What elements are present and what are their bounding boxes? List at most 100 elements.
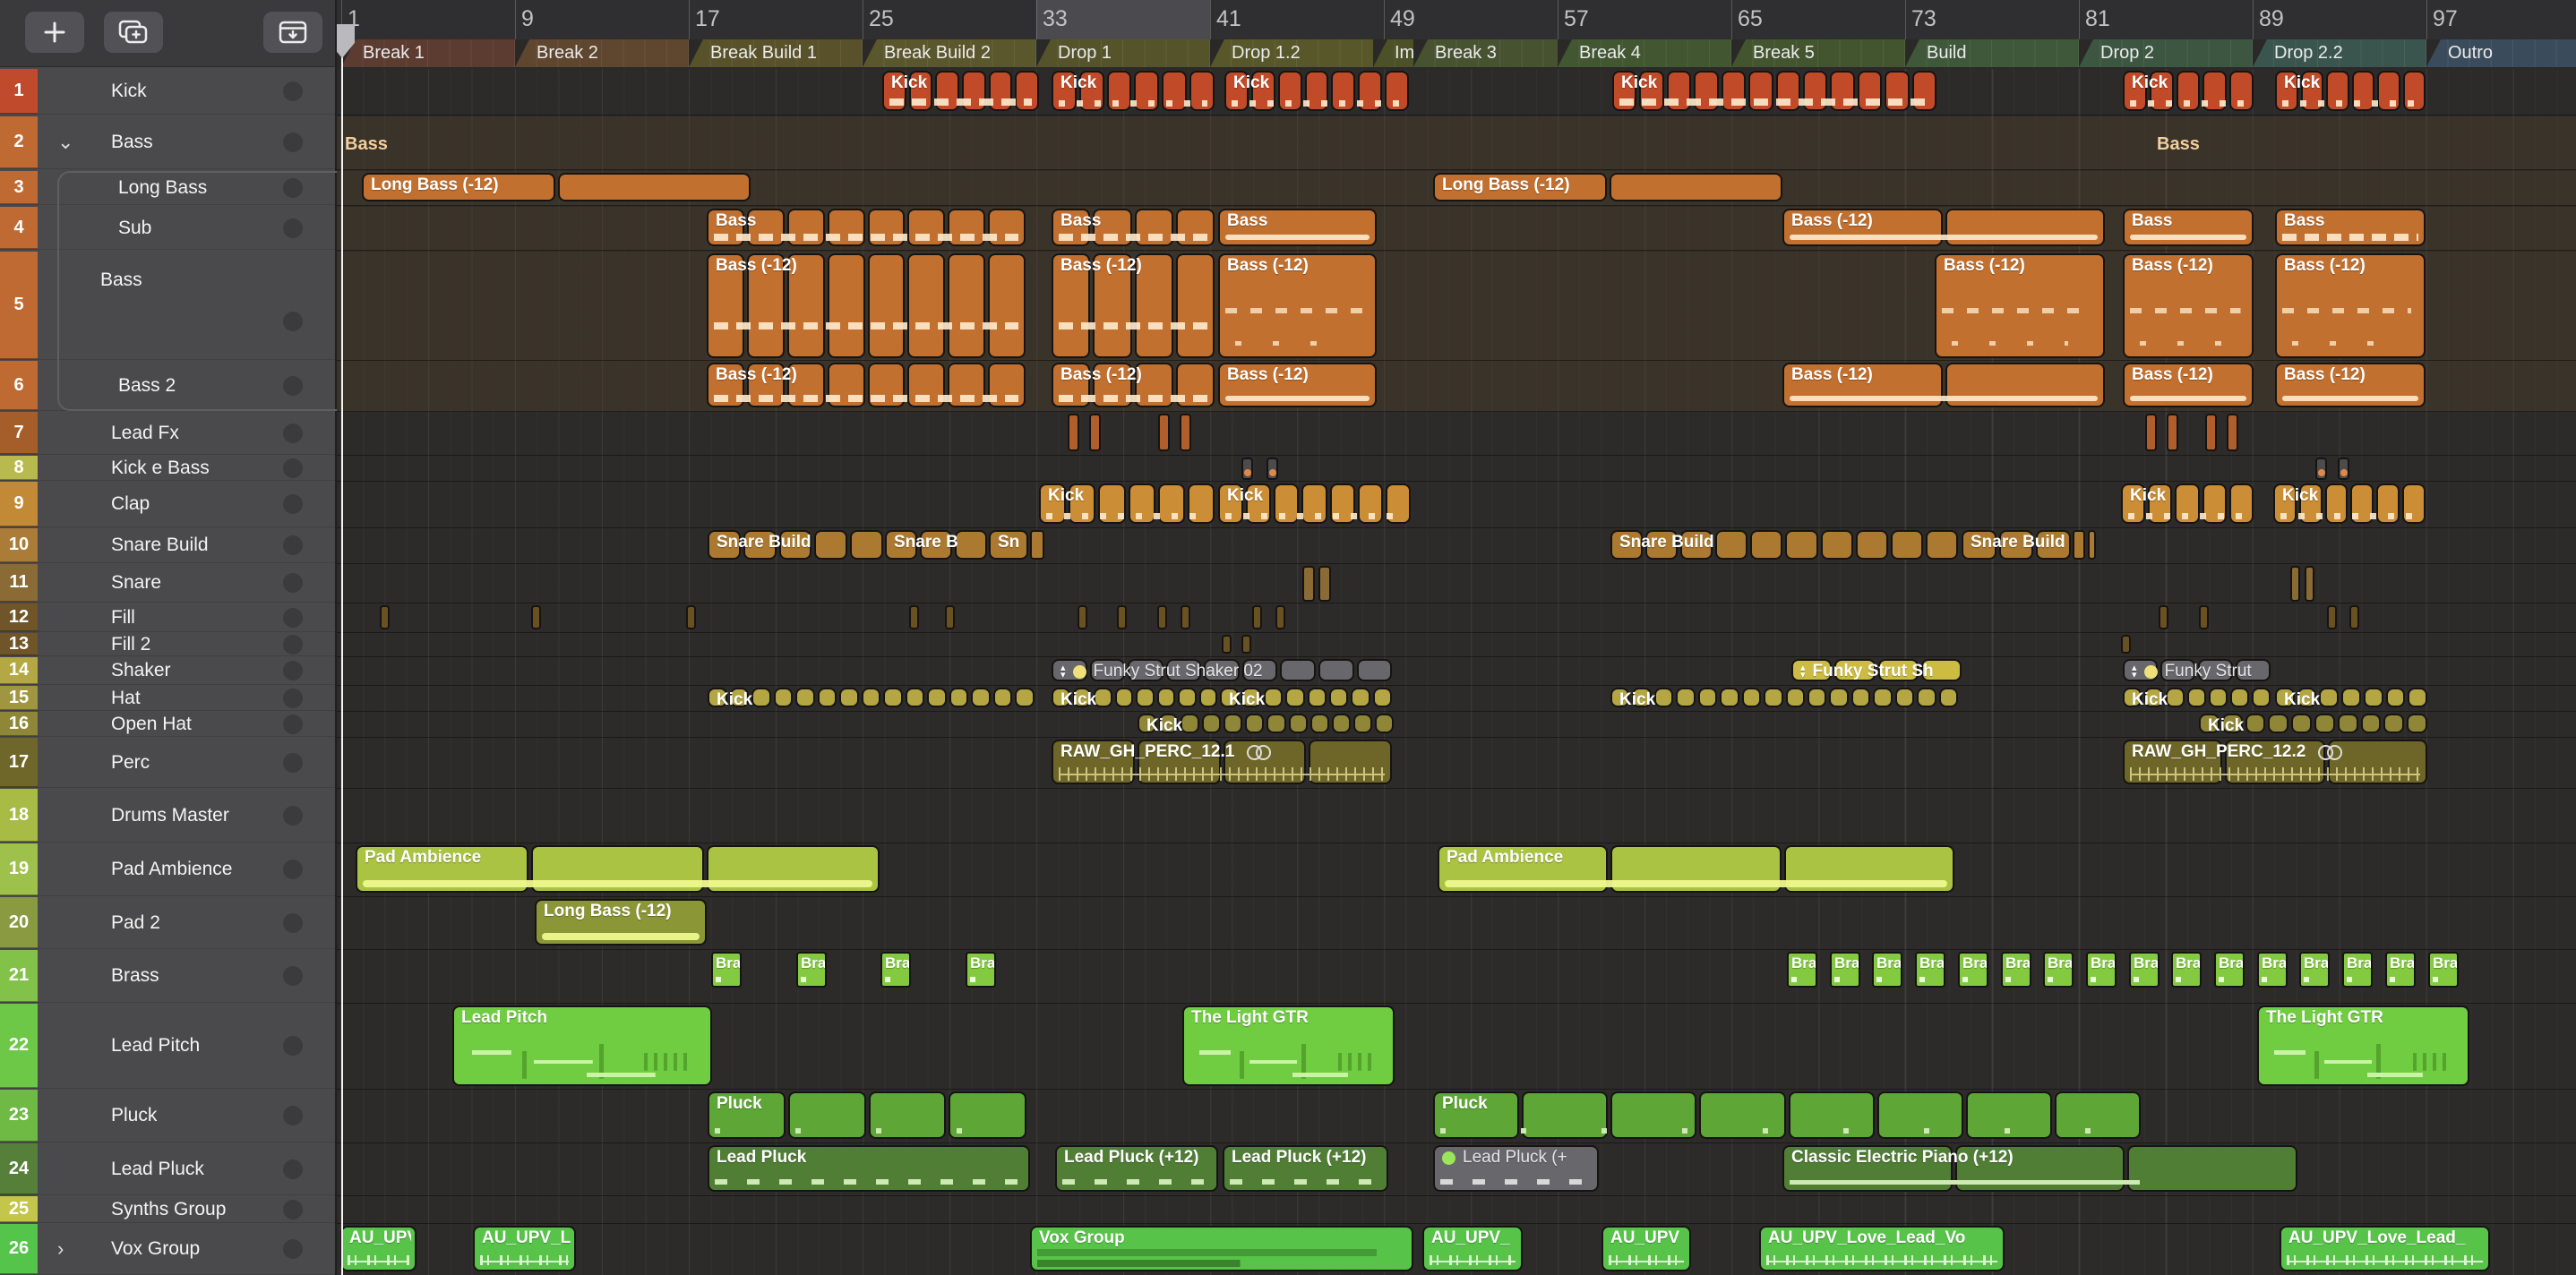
region-kick[interactable]: Kick: [2123, 688, 2271, 709]
region-funky-strut-shaker-02[interactable]: ▴ ▾ Funky Strut Shaker 02: [1052, 659, 1393, 681]
region-sn[interactable]: Sn: [989, 530, 1028, 560]
region-bra[interactable]: Bra: [711, 952, 742, 988]
region-lead-pluck-+12-[interactable]: Lead Pluck (+12): [1223, 1145, 1388, 1192]
region-bra[interactable]: Bra: [966, 952, 996, 988]
region-raw-gh-perc-12-2[interactable]: RAW_GH_PERC_12.2: [2123, 740, 2427, 784]
region-bass-12-[interactable]: Bass (-12): [1782, 209, 2105, 246]
region-snare-build[interactable]: Snare Build: [1962, 530, 2072, 560]
region-the-light-gtr[interactable]: The Light GTR: [2257, 1005, 2469, 1086]
region-bass-12-[interactable]: Bass (-12): [2275, 253, 2426, 358]
track-header-bass[interactable]: 5 Bass: [0, 252, 335, 360]
track-mute-dot[interactable]: [283, 458, 303, 478]
region-bass[interactable]: Bass: [1218, 209, 1377, 246]
region-bass[interactable]: Bass: [2123, 209, 2254, 246]
track-header-perc[interactable]: 17 Perc: [0, 738, 335, 788]
region-block[interactable]: [531, 605, 541, 629]
region-bass-12-[interactable]: Bass (-12): [2275, 363, 2426, 407]
region-block[interactable]: [1068, 414, 1079, 451]
region-au-upv-[interactable]: AU_UPV_: [1422, 1226, 1523, 1271]
region-block[interactable]: [1181, 605, 1190, 629]
track-header-lead-pitch[interactable]: 22 Lead Pitch: [0, 1004, 335, 1089]
region-block[interactable]: [1241, 458, 1253, 480]
region-kick[interactable]: Kick: [2273, 483, 2426, 524]
region-pluck[interactable]: Pluck: [1433, 1091, 2141, 1139]
region-bra[interactable]: Bra: [2086, 952, 2117, 988]
region-bass-12-[interactable]: Bass (-12): [1935, 253, 2105, 358]
region-snare-b[interactable]: Snare B: [885, 530, 987, 560]
marker-break-2[interactable]: Break 2: [515, 39, 689, 67]
region-bra[interactable]: Bra: [2299, 952, 2330, 988]
region-block[interactable]: [2349, 605, 2359, 629]
track-mute-dot[interactable]: [283, 688, 303, 708]
region-block[interactable]: [945, 605, 955, 629]
region-kick[interactable]: Kick: [2275, 688, 2428, 709]
library-button[interactable]: [263, 12, 322, 53]
track-header-snare[interactable]: 11 Snare: [0, 564, 335, 603]
region-pluck[interactable]: Pluck: [708, 1091, 1026, 1139]
track-header-sub[interactable]: 4 Sub: [0, 207, 335, 250]
marker-break-build-2[interactable]: Break Build 2: [863, 39, 1036, 67]
region-kick[interactable]: Kick: [1612, 71, 1937, 111]
track-header-synths-group[interactable]: 25 Synths Group: [0, 1196, 335, 1223]
marker-outro[interactable]: Outro: [2426, 39, 2576, 67]
region-block[interactable]: [2121, 635, 2131, 654]
region-block[interactable]: [1222, 635, 1232, 654]
track-mute-dot[interactable]: [283, 494, 303, 514]
region-au-upv[interactable]: AU_UPV: [1601, 1226, 1691, 1271]
track-header-brass[interactable]: 21 Brass: [0, 950, 335, 1003]
track-mute-dot[interactable]: [283, 133, 303, 152]
region-classic-electric-piano-+12-[interactable]: Classic Electric Piano (+12): [1782, 1145, 2298, 1192]
region-block[interactable]: [909, 605, 919, 629]
track-mute-dot[interactable]: [283, 535, 303, 555]
marker-imp[interactable]: Imp: [1373, 39, 1413, 67]
region-funky-strut[interactable]: ▴ ▾ Funky Strut: [2123, 659, 2271, 681]
region-pad-ambience[interactable]: Pad Ambience: [1438, 845, 1954, 893]
region-bass-12-[interactable]: Bass (-12): [707, 363, 1026, 407]
track-header-hat[interactable]: 15 Hat: [0, 686, 335, 711]
region-lead-pluck-+12-[interactable]: Lead Pluck (+12): [1055, 1145, 1218, 1192]
track-mute-dot[interactable]: [283, 1106, 303, 1125]
region-long-bass-12-[interactable]: Long Bass (-12): [1433, 173, 1782, 201]
region-kick[interactable]: Kick: [1052, 688, 1217, 709]
region-kick[interactable]: Kick: [2199, 714, 2427, 735]
track-mute-dot[interactable]: [283, 177, 303, 198]
region-kick[interactable]: Kick: [1039, 483, 1215, 524]
region-kick[interactable]: Kick: [1220, 688, 1392, 709]
region-block[interactable]: [1275, 605, 1285, 629]
track-mute-dot[interactable]: [283, 607, 303, 628]
track-mute-dot[interactable]: [283, 634, 303, 655]
region-block[interactable]: [1241, 635, 1251, 654]
region-kick[interactable]: Kick: [1224, 71, 1410, 111]
track-header-kick[interactable]: 1 Kick: [0, 69, 335, 115]
track-mute-dot[interactable]: [283, 752, 303, 773]
region-snare-build[interactable]: Snare Build: [1610, 530, 1958, 560]
region-block[interactable]: [1267, 458, 1278, 480]
marker-break-5[interactable]: Break 5: [1731, 39, 1905, 67]
track-mute-dot[interactable]: [283, 1199, 303, 1219]
marker-break-3[interactable]: Break 3: [1413, 39, 1558, 67]
region-vox-group[interactable]: Vox Group: [1030, 1226, 1413, 1271]
bar-ruler[interactable]: 1 9 17 25 33 41 49 57 65 73 81 89 97: [337, 0, 2576, 40]
track-header-kick-e-bass[interactable]: 8 Kick e Bass: [0, 456, 335, 481]
region-au-upv[interactable]: AU_UPV: [340, 1226, 416, 1271]
track-mute-dot[interactable]: [283, 860, 303, 879]
region-block[interactable]: [1302, 566, 1315, 602]
region-bra[interactable]: Bra: [1915, 952, 1945, 988]
region-bra[interactable]: Bra: [2171, 952, 2202, 988]
region-bra[interactable]: Bra: [2214, 952, 2245, 988]
region-block[interactable]: [2199, 605, 2209, 629]
track-mute-dot[interactable]: [283, 375, 303, 396]
region-bra[interactable]: Bra: [880, 952, 911, 988]
track-header-clap[interactable]: 9 Clap: [0, 482, 335, 527]
marker-break-4[interactable]: Break 4: [1558, 39, 1731, 67]
track-header-bass-2[interactable]: 6 Bass 2: [0, 361, 335, 411]
track-mute-dot[interactable]: [283, 714, 303, 734]
marker-break-build-1[interactable]: Break Build 1: [689, 39, 863, 67]
region-bra[interactable]: Bra: [2001, 952, 2031, 988]
track-header-long-bass[interactable]: 3 Long Bass: [0, 171, 335, 205]
region-kick[interactable]: Kick: [1610, 688, 1958, 709]
region-lead-pitch[interactable]: Lead Pitch: [452, 1005, 712, 1086]
track-header-pluck[interactable]: 23 Pluck: [0, 1090, 335, 1142]
track-mute-dot[interactable]: [283, 966, 303, 986]
region-bra[interactable]: Bra: [2428, 952, 2459, 988]
